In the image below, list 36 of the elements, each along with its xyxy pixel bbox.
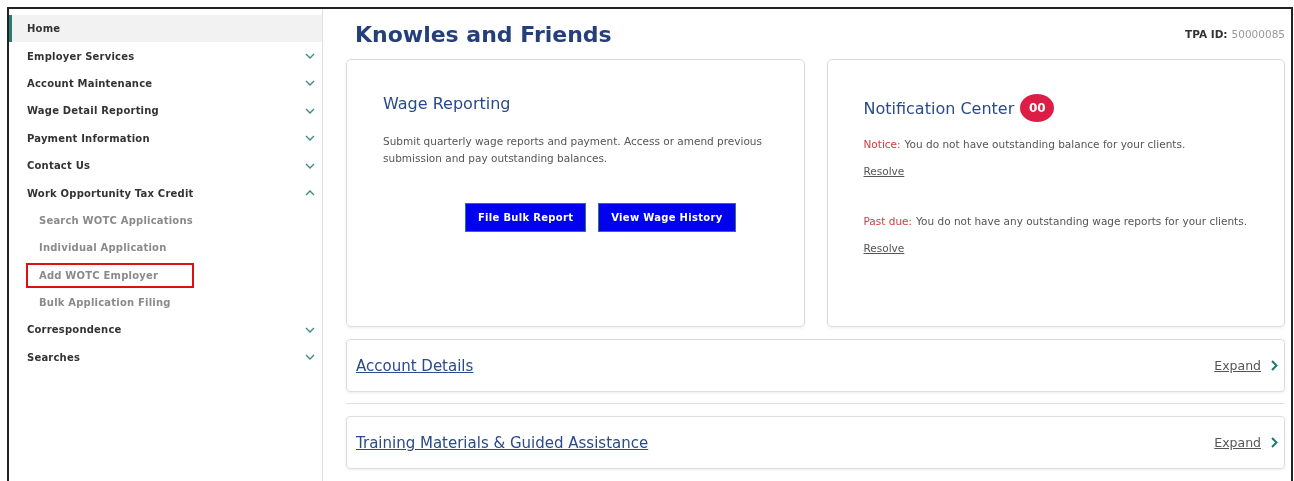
expand-link[interactable]: Expand xyxy=(1214,435,1261,450)
tpa-value: 50000085 xyxy=(1231,28,1285,40)
action-button[interactable]: File Bulk Report xyxy=(464,203,587,232)
sidebar-item[interactable]: Home xyxy=(9,15,322,43)
notice-text: Notice: You do not have outstanding balance for your clients. xyxy=(863,137,1187,152)
card-description: Submit quarterly wage reports and payment. Access or amend previous submission and pay outstanding balances. xyxy=(383,134,763,166)
chevron-icon xyxy=(305,190,315,197)
chevron-icon xyxy=(305,327,315,333)
card-title: Notification Center xyxy=(863,98,1015,118)
sidebar-item[interactable]: Searches xyxy=(9,343,322,372)
action-button[interactable]: View Wage History xyxy=(598,203,736,232)
expand-link[interactable]: Expand xyxy=(1214,358,1261,373)
sidebar-item[interactable]: Employer Services xyxy=(9,42,322,70)
section-title-link[interactable]: Training Materials & Guided Assistance xyxy=(356,433,649,452)
sidebar-item[interactable]: Correspondence xyxy=(9,316,322,344)
sidebar-item[interactable]: Work Opportunity Tax Credit xyxy=(9,179,322,207)
sidebar-item[interactable]: Payment Information xyxy=(9,124,322,152)
sidebar-item[interactable]: Contact Us xyxy=(9,151,322,180)
chevron-icon xyxy=(305,107,315,114)
chevron-icon xyxy=(1271,437,1278,448)
card-title: Wage Reporting xyxy=(383,94,512,113)
resolve-link[interactable]: Resolve xyxy=(863,242,905,254)
chevron-icon xyxy=(305,354,315,361)
chevron-icon xyxy=(305,80,315,87)
chevron-icon xyxy=(1271,360,1278,371)
resolve-link[interactable]: Resolve xyxy=(863,165,905,177)
chevron-icon xyxy=(305,53,315,60)
page-title: Knowles and Friends xyxy=(355,21,612,47)
sidebar-item[interactable]: Wage Detail Reporting xyxy=(9,97,322,125)
tpa-label: TPA ID: xyxy=(1185,28,1228,40)
count-badge: 00 xyxy=(1020,94,1055,122)
section-title-link[interactable]: Account Details xyxy=(356,356,474,375)
chevron-icon xyxy=(305,135,315,142)
sidebar-item[interactable]: Account Maintenance xyxy=(9,69,322,98)
chevron-icon xyxy=(305,162,315,169)
notice-text: Past due: You do not have any outstanding wage reports for your clients. xyxy=(863,214,1248,229)
